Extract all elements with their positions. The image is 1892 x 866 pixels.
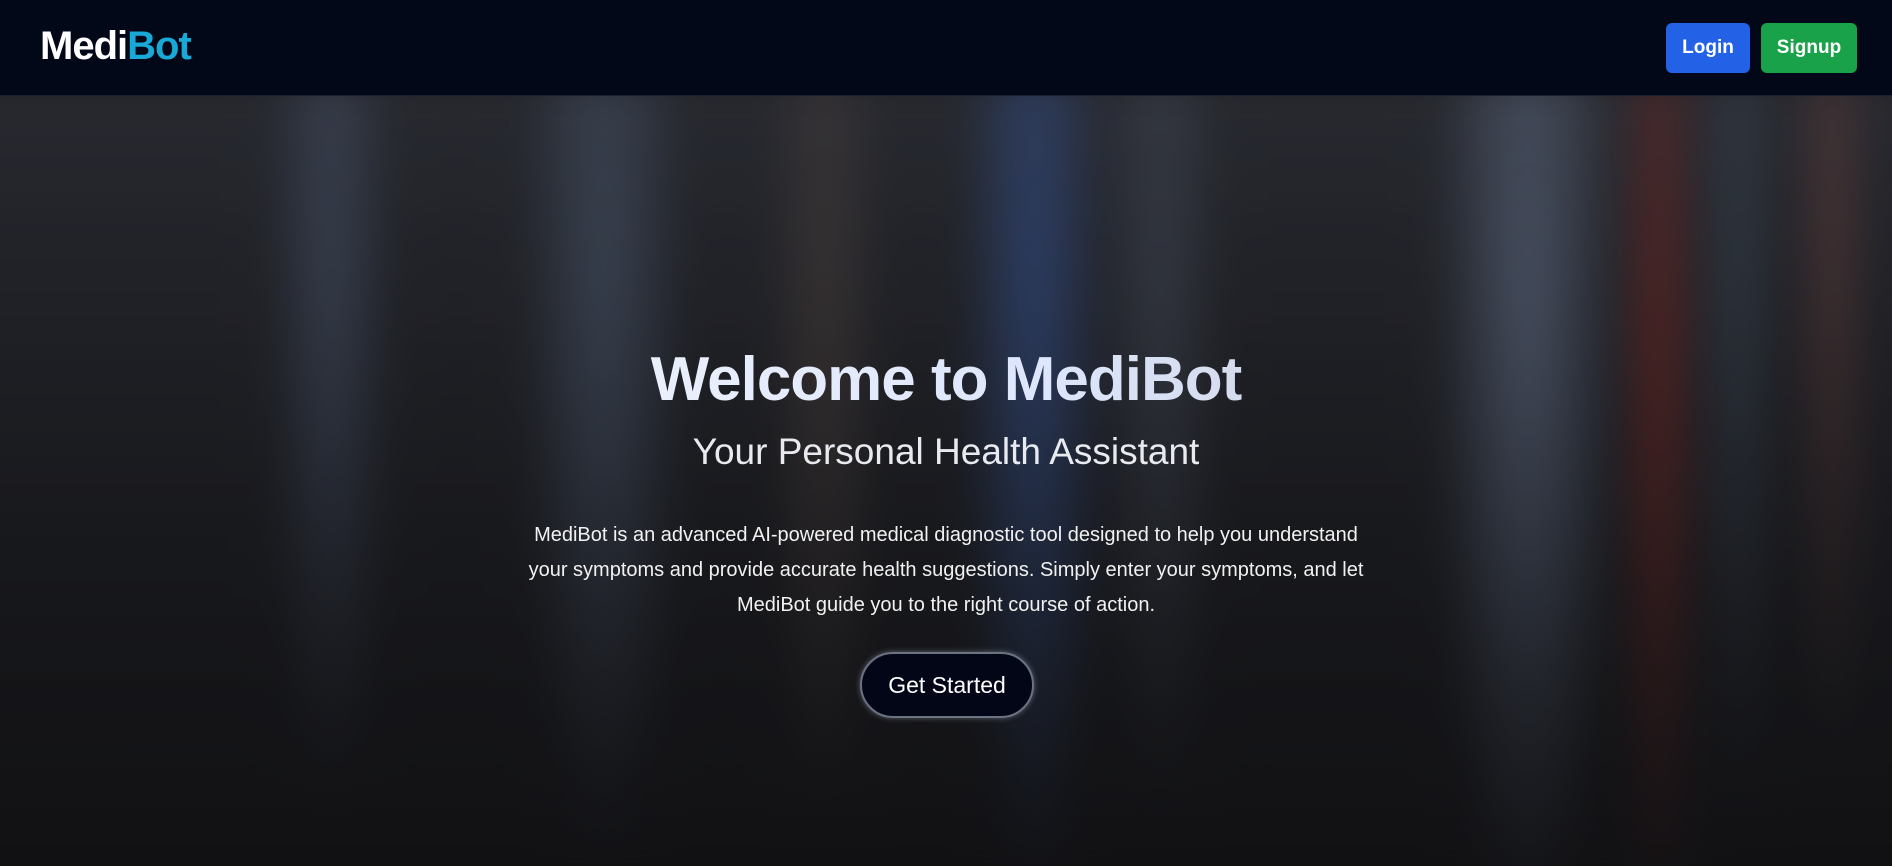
logo-text-bot: Bot [127, 24, 192, 68]
hero-description: MediBot is an advanced AI-powered medica… [528, 524, 1364, 616]
hero-section: Welcome to MediBot Your Personal Health … [0, 96, 1892, 866]
get-started-button[interactable]: Get Started [860, 652, 1034, 718]
nav-buttons: Login Signup [1666, 23, 1857, 73]
hero-title: Welcome to MediBot [0, 342, 1892, 418]
login-button[interactable]: Login [1666, 23, 1750, 73]
navbar: MediBot Login Signup [0, 0, 1892, 96]
hero-overlay [0, 96, 1892, 866]
logo[interactable]: MediBot [40, 22, 192, 70]
logo-text-medi: Medi [40, 24, 128, 68]
signup-button[interactable]: Signup [1761, 23, 1857, 73]
hero-subtitle: Your Personal Health Assistant [692, 431, 1200, 472]
